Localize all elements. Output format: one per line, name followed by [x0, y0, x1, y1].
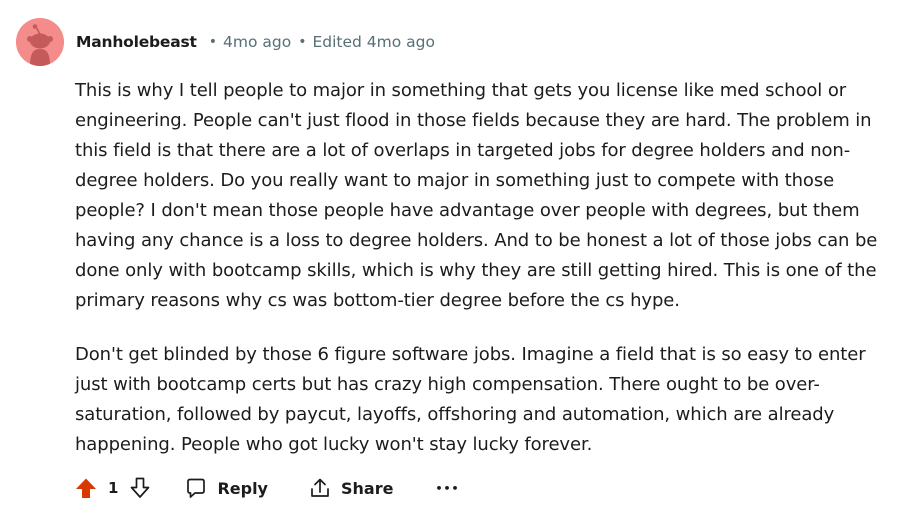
edited-timestamp: Edited 4mo ago	[312, 33, 435, 51]
more-options-button[interactable]: •••	[435, 470, 459, 506]
share-button[interactable]: Share	[308, 470, 393, 506]
reply-label: Reply	[217, 478, 268, 498]
comment-paragraph: This is why I tell people to major in so…	[75, 80, 878, 311]
downvote-arrow-icon	[131, 477, 150, 498]
share-icon	[311, 478, 329, 497]
comment: Manholebeast • 4mo ago • Edited 4mo ago …	[0, 0, 905, 530]
downvote-button[interactable]	[128, 476, 152, 500]
meta-separator: •	[298, 34, 307, 50]
comment-action-bar: 1 Reply Share •••	[74, 470, 460, 506]
snoo-avatar-icon[interactable]	[16, 18, 64, 66]
comment-paragraph: Don't get blinded by those 6 figure soft…	[75, 344, 866, 455]
speech-bubble-icon	[187, 478, 206, 498]
reply-button[interactable]: Reply	[184, 470, 268, 506]
upvote-button[interactable]	[74, 476, 98, 500]
more-options-icon: •••	[435, 481, 460, 495]
vote-score: 1	[108, 479, 119, 497]
username-link[interactable]: Manholebeast	[76, 33, 197, 51]
comment-timestamp[interactable]: 4mo ago	[223, 33, 291, 51]
vote-controls: 1	[74, 476, 152, 500]
share-label: Share	[340, 478, 394, 498]
comment-body: This is why I tell people to major in so…	[75, 76, 895, 460]
comment-meta: Manholebeast • 4mo ago • Edited 4mo ago	[76, 30, 435, 54]
upvote-arrow-icon	[76, 478, 96, 498]
meta-separator: •	[208, 34, 217, 50]
